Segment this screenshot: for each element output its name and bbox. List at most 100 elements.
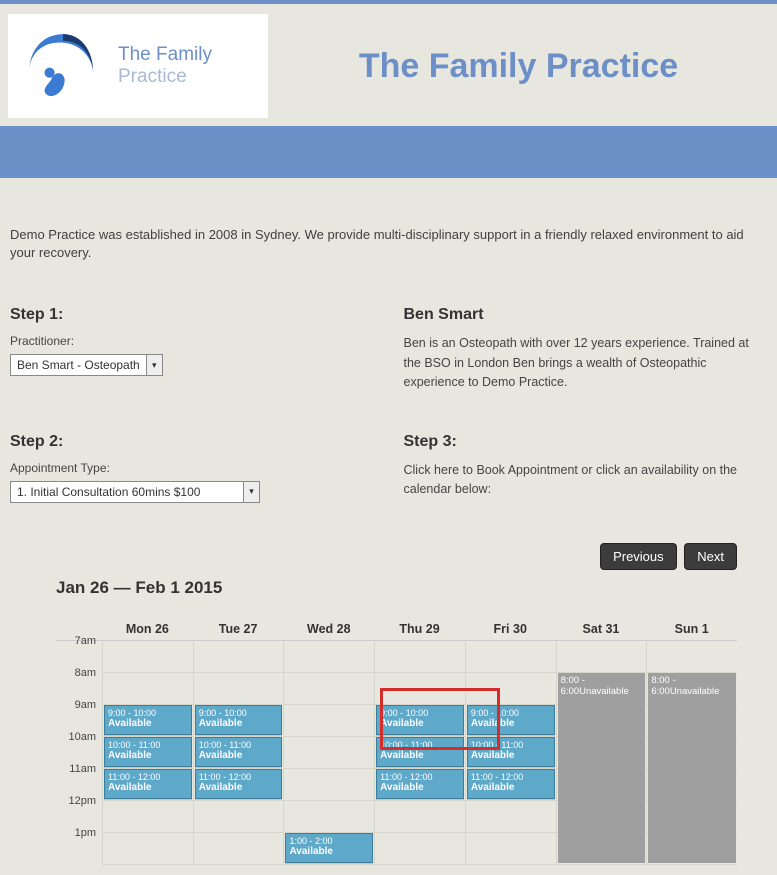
slot-time: 9:00 - 10:00 — [199, 708, 279, 718]
slot-status: Available — [380, 718, 460, 730]
slot-status: Available — [199, 718, 279, 730]
availability-slot[interactable]: 10:00 - 11:00Available — [104, 737, 192, 767]
day-column: 1:00 - 2:00Available — [283, 641, 374, 865]
slot-time: 9:00 - 10:00 — [380, 708, 460, 718]
slot-time: 1:00 - 2:00 — [289, 836, 369, 846]
availability-slot[interactable]: 10:00 - 11:00Available — [467, 737, 555, 767]
slot-time: 11:00 - 12:00 — [108, 772, 188, 782]
hour-cell — [284, 641, 374, 673]
slot-status: Available — [380, 750, 460, 762]
slot-status: Unavailable — [670, 686, 720, 697]
hour-cell — [284, 673, 374, 705]
day-header: Wed 28 — [283, 618, 374, 640]
availability-slot[interactable]: 9:00 - 10:00Available — [104, 705, 192, 735]
slot-status: Available — [199, 750, 279, 762]
slot-time: 10:00 - 11:00 — [380, 740, 460, 750]
availability-slot[interactable]: 11:00 - 12:00Available — [195, 769, 283, 799]
time-label: 9am — [56, 699, 102, 731]
hour-cell — [284, 769, 374, 801]
step2-heading: Step 2: — [10, 433, 374, 451]
slot-time: 9:00 - 10:00 — [471, 708, 551, 718]
day-header: Thu 29 — [374, 618, 465, 640]
chevron-down-icon[interactable]: ▾ — [146, 355, 162, 375]
next-button[interactable]: Next — [684, 543, 737, 570]
logo-line1: The Family — [118, 44, 212, 66]
hour-cell — [194, 801, 284, 833]
hour-cell — [284, 737, 374, 769]
time-label: 10am — [56, 731, 102, 763]
slot-time: 10:00 - 11:00 — [108, 740, 188, 750]
slot-status: Available — [471, 782, 551, 794]
hour-cell — [375, 801, 465, 833]
availability-slot[interactable]: 1:00 - 2:00Available — [285, 833, 373, 863]
slot-time: 9:00 - 10:00 — [108, 708, 188, 718]
appointment-type-label: Appointment Type: — [10, 461, 374, 475]
slot-status: Available — [380, 782, 460, 794]
unavailable-block: 8:00 - 6:00Unavailable — [558, 673, 646, 863]
slot-status: Unavailable — [579, 686, 629, 697]
availability-slot[interactable]: 10:00 - 11:00Available — [195, 737, 283, 767]
hour-cell — [375, 641, 465, 673]
slot-status: Available — [108, 718, 188, 730]
slot-time: 10:00 - 11:00 — [471, 740, 551, 750]
practitioner-name: Ben Smart — [404, 306, 768, 324]
day-header: Tue 27 — [193, 618, 284, 640]
slot-status: Available — [471, 750, 551, 762]
practitioner-select[interactable]: Ben Smart - Osteopath ▾ — [10, 354, 163, 376]
hour-cell — [375, 673, 465, 705]
availability-slot[interactable]: 9:00 - 10:00Available — [195, 705, 283, 735]
availability-slot[interactable]: 11:00 - 12:00Available — [376, 769, 464, 799]
practitioner-bio: Ben is an Osteopath with over 12 years e… — [404, 334, 768, 392]
logo: The Family Practice — [8, 14, 268, 118]
slot-time: 11:00 - 12:00 — [199, 772, 279, 782]
chevron-down-icon[interactable]: ▾ — [243, 482, 259, 502]
day-header: Sun 1 — [646, 618, 737, 640]
availability-slot[interactable]: 10:00 - 11:00Available — [376, 737, 464, 767]
availability-slot[interactable]: 9:00 - 10:00Available — [467, 705, 555, 735]
step3-text: Click here to Book Appointment or click … — [404, 461, 768, 500]
hour-cell — [103, 641, 193, 673]
slot-time: 11:00 - 12:00 — [471, 772, 551, 782]
hour-cell — [194, 673, 284, 705]
availability-slot[interactable]: 9:00 - 10:00Available — [376, 705, 464, 735]
slot-time: 10:00 - 11:00 — [199, 740, 279, 750]
time-label: 7am — [56, 635, 102, 667]
step3-heading: Step 3: — [404, 433, 768, 451]
previous-button[interactable]: Previous — [600, 543, 677, 570]
day-header: Fri 30 — [465, 618, 556, 640]
slot-status: Available — [108, 750, 188, 762]
hour-cell — [194, 641, 284, 673]
hour-cell — [284, 705, 374, 737]
intro-text: Demo Practice was established in 2008 in… — [10, 226, 767, 262]
day-column: 8:00 - 6:00Unavailable — [646, 641, 737, 865]
banner-strip — [0, 126, 777, 178]
practitioner-label: Practitioner: — [10, 334, 374, 348]
hour-cell — [103, 801, 193, 833]
appointment-type-selected: 1. Initial Consultation 60mins $100 — [11, 482, 206, 502]
slot-status: Available — [108, 782, 188, 794]
slot-time: 11:00 - 12:00 — [380, 772, 460, 782]
day-column: 9:00 - 10:00Available10:00 - 11:00Availa… — [374, 641, 465, 865]
availability-slot[interactable]: 11:00 - 12:00Available — [104, 769, 192, 799]
day-column: 8:00 - 6:00Unavailable — [556, 641, 647, 865]
hour-cell — [466, 673, 556, 705]
logo-text: The Family Practice — [118, 44, 212, 88]
hour-cell — [557, 641, 647, 673]
hour-cell — [466, 801, 556, 833]
day-column: 9:00 - 10:00Available10:00 - 11:00Availa… — [102, 641, 193, 865]
slot-status: Available — [471, 718, 551, 730]
hour-cell — [284, 801, 374, 833]
hour-cell — [375, 833, 465, 865]
hour-cell — [466, 833, 556, 865]
step1-heading: Step 1: — [10, 306, 374, 324]
logo-icon — [18, 24, 108, 108]
slot-status: Available — [199, 782, 279, 794]
appointment-type-select[interactable]: 1. Initial Consultation 60mins $100 ▾ — [10, 481, 260, 503]
availability-slot[interactable]: 11:00 - 12:00Available — [467, 769, 555, 799]
calendar-grid: Mon 26 Tue 27 Wed 28 Thu 29 Fri 30 Sat 3… — [56, 618, 737, 865]
day-column: 9:00 - 10:00Available10:00 - 11:00Availa… — [193, 641, 284, 865]
time-label: 11am — [56, 763, 102, 795]
day-header: Mon 26 — [102, 618, 193, 640]
logo-line2: Practice — [118, 66, 212, 88]
unavailable-block: 8:00 - 6:00Unavailable — [648, 673, 736, 863]
